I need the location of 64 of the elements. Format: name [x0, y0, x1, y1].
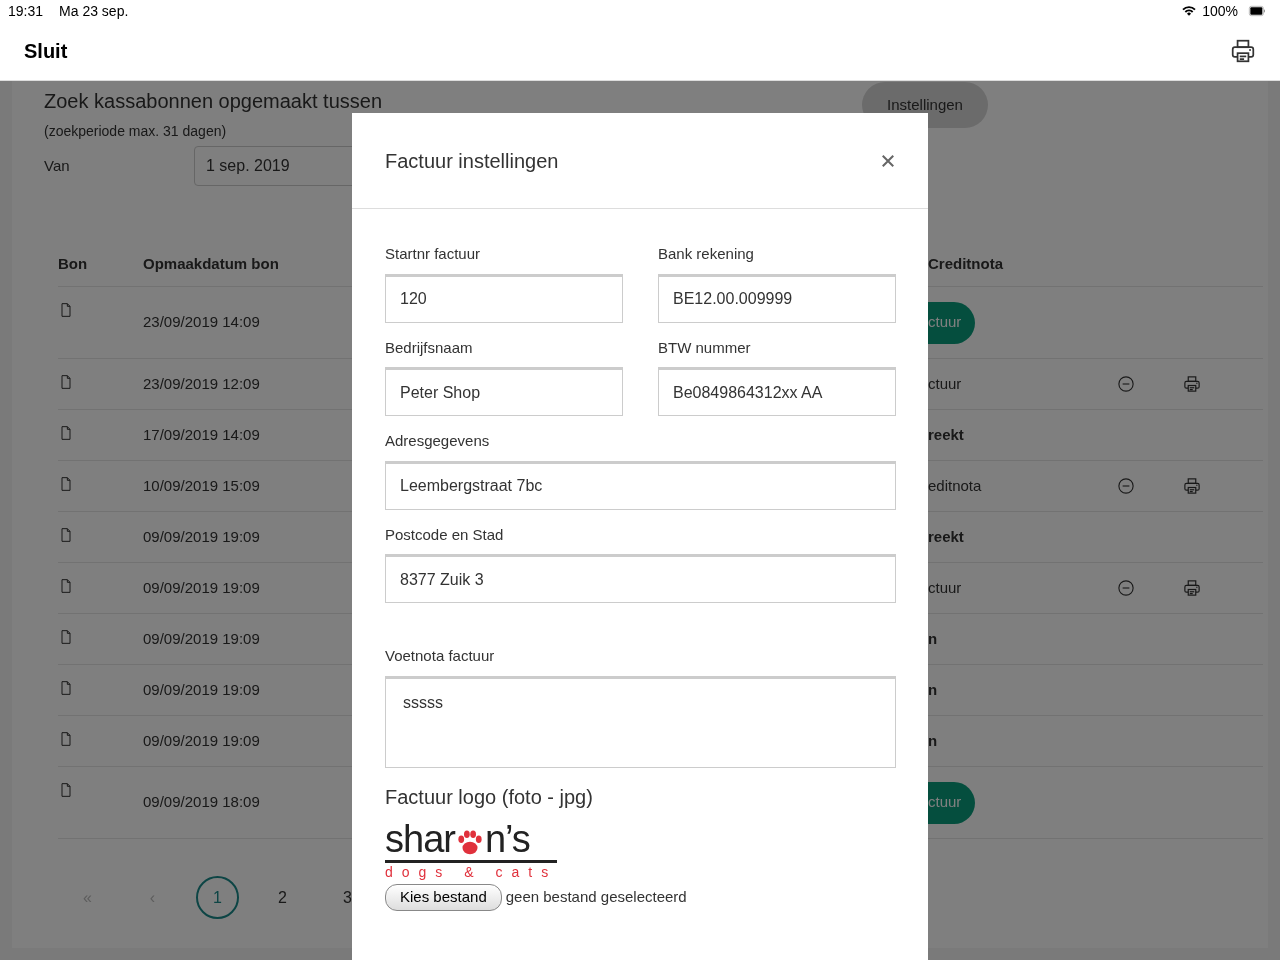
input-field[interactable]: BE12.00.009999 — [658, 273, 896, 323]
file-icon[interactable] — [58, 577, 74, 595]
table-cell-text: editnota — [928, 475, 982, 496]
field-label: BTW nummer — [658, 337, 752, 358]
choose-file-button[interactable]: Kies bestand — [385, 884, 502, 911]
date-cell-text: 09/09/2019 19:09 — [143, 577, 260, 598]
file-icon[interactable] — [58, 373, 74, 391]
status-time: 19:31 — [8, 1, 44, 21]
minus-circle-icon[interactable] — [1117, 375, 1135, 393]
close-link[interactable]: Sluit — [24, 36, 68, 66]
field-label: Voetnota factuur — [385, 646, 496, 666]
minus-circle-icon[interactable] — [1117, 579, 1135, 597]
date-cell-text: 09/09/2019 18:09 — [143, 792, 260, 813]
logo-label: Factuur logo (foto - jpg) — [385, 785, 594, 810]
status-text: reekt — [928, 526, 964, 547]
input-field[interactable]: 120 — [385, 273, 623, 323]
search-title: Zoek kassabonnen opgemaakt tussen — [44, 89, 382, 113]
date-cell-text: 23/09/2019 12:09 — [143, 373, 260, 394]
printer-icon[interactable] — [1230, 38, 1256, 64]
status-text: n — [928, 730, 938, 751]
table-cell-text: ctuur — [928, 373, 962, 394]
battery-percent: 100% — [1202, 1, 1238, 21]
logo-text: shar — [385, 820, 455, 858]
page-link[interactable]: 2 — [261, 876, 304, 919]
minus-circle-icon[interactable] — [1117, 477, 1135, 495]
status-text: reekt — [928, 424, 964, 445]
input-field[interactable]: Leembergstraat 7bc — [385, 460, 896, 510]
input-field[interactable]: Be0849864312xx AA — [658, 367, 896, 416]
input-field[interactable]: 8377 Zuik 3 — [385, 554, 896, 603]
from-label: Van — [44, 155, 71, 176]
date-cell-text: 09/09/2019 19:09 — [143, 628, 260, 649]
status-text: n — [928, 679, 938, 700]
column-header: Bon — [58, 242, 143, 287]
search-hint: (zoekperiode max. 31 dagen) — [44, 122, 228, 141]
file-icon[interactable] — [58, 679, 74, 697]
date-cell-text: 09/09/2019 19:09 — [143, 730, 260, 751]
file-icon[interactable] — [58, 475, 74, 493]
file-icon[interactable] — [58, 730, 74, 748]
date-cell-text: 23/09/2019 14:09 — [143, 312, 260, 333]
date-cell-text: 17/09/2019 14:09 — [143, 424, 260, 445]
field-label: Adresgegevens — [385, 431, 491, 451]
field-label: Bedrijfsnaam — [385, 337, 474, 358]
close-icon[interactable] — [881, 153, 895, 168]
file-icon[interactable] — [58, 628, 74, 646]
status-text: n — [928, 628, 938, 649]
input-field[interactable]: Peter Shop — [385, 367, 623, 416]
file-status: geen bestand geselecteerd — [505, 887, 687, 908]
table-cell-text: ctuur — [928, 577, 962, 598]
status-date: Ma 23 sep. — [59, 1, 129, 21]
date-cell-text: 10/09/2019 15:09 — [143, 475, 260, 496]
modal-title: Factuur instellingen — [385, 148, 559, 174]
field-label: Bank rekening — [658, 244, 755, 264]
date-cell-text: 09/09/2019 19:09 — [143, 679, 260, 700]
field-label: Startnr factuur — [385, 244, 482, 264]
file-icon[interactable] — [58, 781, 74, 799]
file-icon[interactable] — [58, 526, 74, 544]
logo-tagline: dogs & cats — [385, 865, 557, 881]
file-icon[interactable] — [58, 424, 74, 442]
date-cell-text: 09/09/2019 19:09 — [143, 526, 260, 547]
page-link[interactable]: 3 — [326, 876, 369, 919]
logo-text: n’s — [484, 820, 530, 858]
footnote-field[interactable]: sssss — [385, 675, 896, 768]
file-icon[interactable] — [58, 301, 74, 319]
field-label: Postcode en Stad — [385, 524, 505, 545]
